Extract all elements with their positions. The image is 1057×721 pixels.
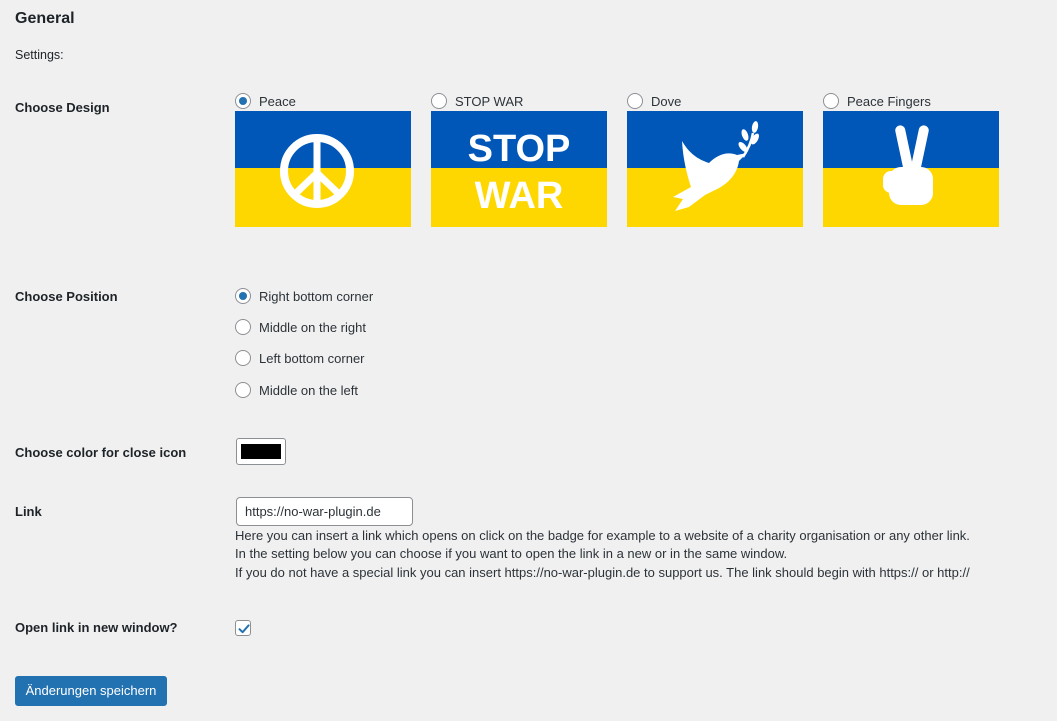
position-option-middle-right[interactable]: Middle on the right: [235, 319, 366, 335]
position-option-label: Left bottom corner: [259, 350, 365, 366]
page-title: General: [15, 10, 75, 27]
stop-war-text: STOP WAR: [468, 128, 571, 217]
position-option-label: Middle on the right: [259, 319, 366, 335]
war-text: WAR: [475, 175, 564, 217]
close-color-picker[interactable]: [236, 438, 286, 465]
design-option-peace-fingers[interactable]: Peace Fingers: [823, 93, 999, 227]
position-radio[interactable]: [235, 319, 251, 335]
link-description-line: In the setting below you can choose if y…: [235, 546, 788, 561]
close-color-label: Choose color for close icon: [15, 445, 187, 460]
position-radio[interactable]: [235, 382, 251, 398]
design-option-stop-war[interactable]: STOP WAR STOP WAR: [431, 93, 607, 227]
stop-text: STOP: [468, 128, 571, 170]
settings-subtitle: Settings:: [15, 48, 64, 62]
design-option-label: Dove: [651, 93, 682, 109]
position-option-left-bottom[interactable]: Left bottom corner: [235, 350, 365, 366]
color-swatch-fill: [241, 444, 281, 459]
position-option-middle-left[interactable]: Middle on the left: [235, 382, 358, 398]
position-option-label: Right bottom corner: [259, 288, 374, 304]
link-label: Link: [15, 504, 42, 519]
position-radio[interactable]: [235, 288, 251, 304]
design-option-label: Peace: [259, 93, 296, 109]
design-radio-dove[interactable]: [627, 93, 643, 109]
design-option-peace[interactable]: Peace: [235, 93, 411, 227]
design-label: Choose Design: [15, 100, 110, 115]
dove-icon: [673, 121, 759, 211]
position-option-label: Middle on the left: [259, 382, 359, 398]
design-option-label: STOP WAR: [455, 93, 524, 109]
link-description-line: If you do not have a special link you ca…: [235, 565, 970, 580]
peace-sign-icon: [280, 134, 354, 208]
checkmark-icon: [238, 624, 250, 634]
design-radio-peace-fingers[interactable]: [823, 93, 839, 109]
position-label: Choose Position: [15, 289, 118, 304]
design-option-label: Peace Fingers: [847, 93, 931, 109]
link-description-line: Here you can insert a link which opens o…: [235, 528, 970, 543]
position-option-right-bottom[interactable]: Right bottom corner: [235, 288, 373, 304]
new-window-checkbox[interactable]: [235, 620, 251, 636]
peace-fingers-flag-image[interactable]: [823, 111, 999, 227]
stop-war-flag-image[interactable]: STOP WAR: [431, 111, 607, 227]
design-radio-peace[interactable]: [235, 93, 251, 109]
link-input[interactable]: https://no-war-plugin.de: [236, 497, 413, 526]
design-radio-stop-war[interactable]: [431, 93, 447, 109]
position-radio[interactable]: [235, 350, 251, 366]
design-option-dove[interactable]: Dove: [627, 93, 803, 227]
new-window-label: Open link in new window?: [15, 620, 178, 635]
save-button[interactable]: Änderungen speichern: [15, 676, 167, 706]
peace-fingers-icon: [883, 125, 933, 205]
dove-flag-image[interactable]: [627, 111, 803, 227]
peace-flag-image[interactable]: [235, 111, 411, 227]
